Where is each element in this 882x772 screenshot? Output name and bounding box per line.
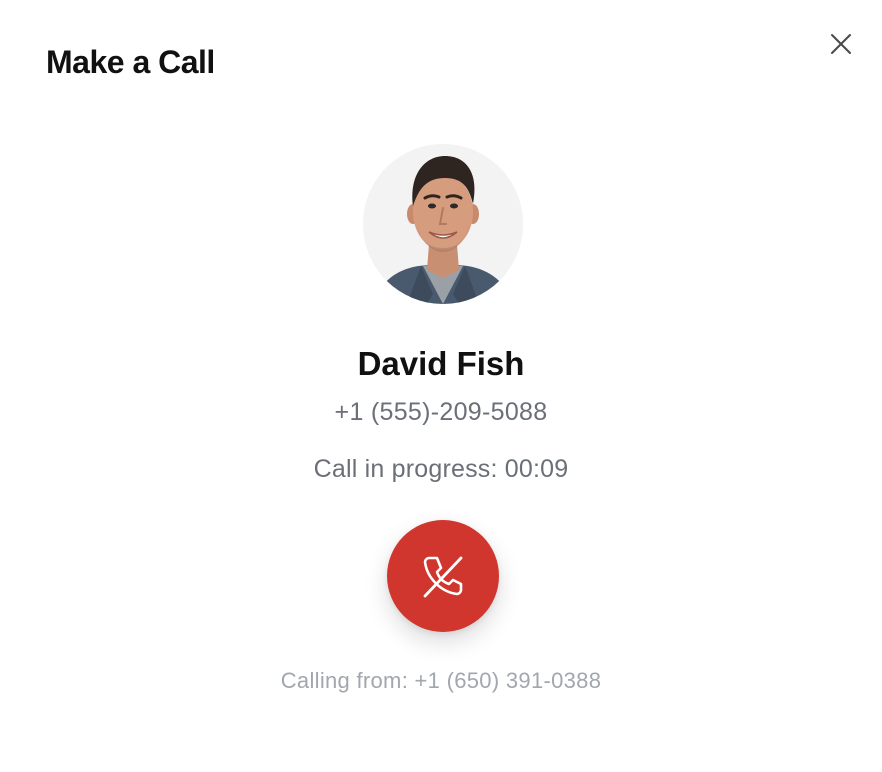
make-call-dialog: Make a Call David Fish +1 (555)-209-5088… bbox=[0, 0, 882, 772]
close-button[interactable] bbox=[826, 29, 856, 59]
contact-name: David Fish bbox=[357, 345, 525, 382]
phone-hangup-icon bbox=[423, 556, 463, 598]
calling-from-number: Calling from: +1 (650) 391-0388 bbox=[280, 668, 602, 693]
dialog-title: Make a Call bbox=[46, 44, 215, 80]
contact-avatar bbox=[363, 144, 523, 304]
contact-phone-number: +1 (555)-209-5088 bbox=[334, 398, 548, 426]
hang-up-button[interactable] bbox=[387, 520, 499, 632]
call-status: Call in progress: 00:09 bbox=[313, 455, 569, 483]
close-icon bbox=[831, 34, 851, 54]
